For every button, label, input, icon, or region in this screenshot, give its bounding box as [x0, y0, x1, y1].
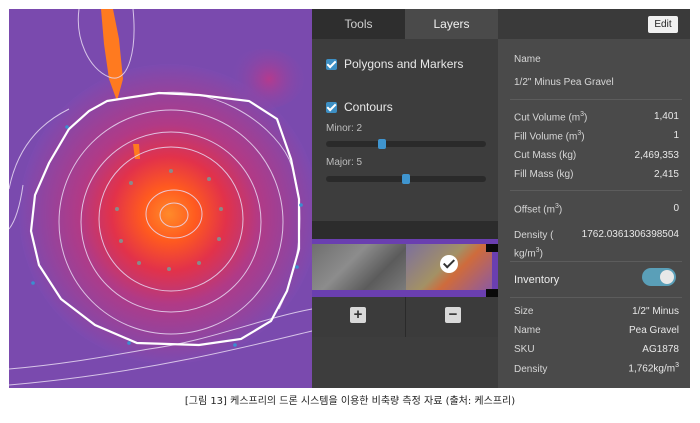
map-canvas[interactable]	[9, 9, 312, 388]
cut-mass-value: 2,469,353	[634, 150, 680, 161]
divider	[405, 297, 406, 337]
divider	[510, 99, 682, 100]
fill-mass-label: Fill Mass (kg)	[514, 169, 574, 180]
inventory-name-label: Name	[514, 325, 541, 336]
inventory-sku-value: AG1878	[642, 344, 679, 355]
add-image-button[interactable]: +	[350, 307, 366, 323]
edit-button[interactable]: Edit	[648, 16, 678, 33]
image-strip-header	[312, 221, 498, 239]
polygons-checkbox[interactable]	[326, 58, 337, 70]
fill-volume-value: 1	[673, 130, 679, 141]
divider	[510, 190, 682, 191]
density-label: Density (kg/m3)	[514, 230, 554, 260]
minor-contour-label: Minor: 2	[326, 123, 363, 134]
inventory-size-value: 1/2" Minus	[632, 306, 679, 317]
inventory-density-label: Density	[514, 364, 548, 375]
name-header: Name	[514, 54, 541, 65]
contours-checkbox[interactable]	[326, 101, 337, 113]
image-controls: + −	[312, 297, 498, 337]
aerial-thumbnail[interactable]	[312, 244, 406, 290]
inventory-size-label: Size	[514, 306, 534, 317]
strip-marker	[486, 244, 498, 252]
stockpile-map[interactable]	[9, 9, 312, 388]
contours-toggle[interactable]: Contours	[326, 100, 393, 114]
divider	[510, 261, 682, 262]
remove-image-button[interactable]: −	[445, 307, 461, 323]
major-contour-slider[interactable]	[326, 174, 486, 184]
major-slider-handle[interactable]	[402, 174, 410, 184]
toggle-knob	[660, 270, 674, 284]
inventory-sku-label: SKU	[514, 344, 535, 355]
contours-label: Contours	[344, 100, 393, 114]
strip-marker	[486, 289, 498, 297]
app-screenshot: Tools Layers Polygons and Markers Contou…	[9, 9, 690, 388]
divider	[510, 297, 682, 298]
image-thumbnails	[312, 239, 498, 297]
tab-layers[interactable]: Layers	[405, 9, 498, 39]
tab-tools[interactable]: Tools	[312, 9, 405, 39]
inventory-density-value: 1,762kg/m3	[628, 362, 679, 375]
polygons-markers-toggle[interactable]: Polygons and Markers	[326, 57, 463, 71]
inventory-title: Inventory	[514, 274, 560, 286]
material-name: 1/2" Minus Pea Gravel	[514, 77, 614, 88]
layers-panel: Tools Layers Polygons and Markers Contou…	[312, 9, 498, 388]
minor-slider-handle[interactable]	[377, 139, 386, 149]
cut-volume-value: 1,401	[653, 111, 679, 122]
offset-value[interactable]: 0	[673, 203, 679, 214]
panel-tabs: Tools Layers	[312, 9, 498, 39]
offset-label: Offset (m3)	[514, 203, 563, 216]
fill-mass-value: 2,415	[653, 169, 679, 180]
cut-volume-label: Cut Volume (m3)	[514, 111, 588, 124]
minor-contour-slider[interactable]	[326, 139, 486, 149]
selected-check-icon	[440, 255, 458, 273]
inventory-name-value: Pea Gravel	[628, 325, 679, 336]
major-contour-label: Major: 5	[326, 157, 363, 168]
polygons-label: Polygons and Markers	[344, 57, 464, 71]
density-value[interactable]: 1762.0361306398504	[582, 229, 679, 240]
details-toolbar: Edit	[498, 9, 690, 39]
fill-volume-label: Fill Volume (m3)	[514, 130, 585, 143]
cut-mass-label: Cut Mass (kg)	[514, 150, 577, 161]
details-panel: Edit Name 1/2" Minus Pea Gravel Cut Volu…	[498, 9, 690, 388]
figure-caption: [그림 13] 케스프리의 드론 시스템을 이용한 비축량 측정 자료 (출처:…	[184, 396, 516, 407]
inventory-toggle[interactable]	[642, 268, 676, 286]
elevation-heatmap	[19, 64, 312, 364]
